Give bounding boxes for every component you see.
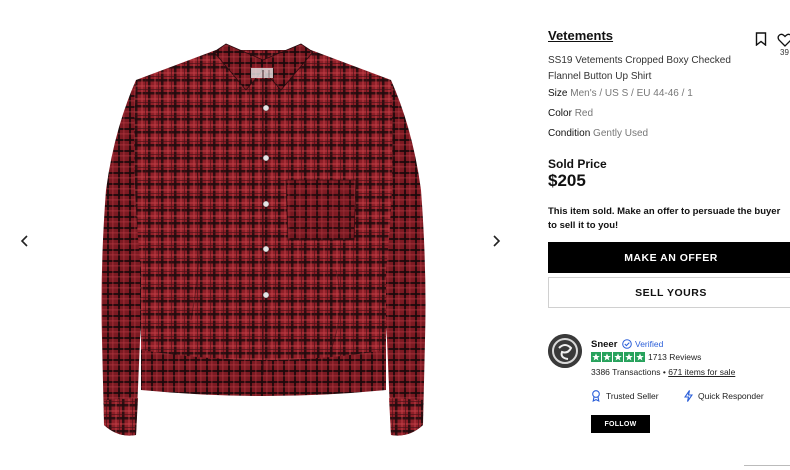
sell-yours-button[interactable]: SELL YOURS — [548, 277, 790, 308]
rating-stars — [591, 352, 645, 362]
size-value: Men's / US S / EU 44-46 / 1 — [570, 88, 693, 99]
seller-logo-icon — [548, 334, 582, 368]
star-icon — [635, 352, 645, 362]
condition-row: Condition Gently Used — [548, 128, 648, 139]
next-image-button[interactable] — [488, 232, 504, 250]
separator: • — [662, 367, 666, 377]
like-count: 39 — [780, 48, 789, 57]
chevron-left-icon — [20, 235, 28, 247]
heart-icon[interactable] — [777, 32, 790, 48]
color-value: Red — [574, 108, 594, 119]
listing-details: Vetements 39 SS19 Vetements Cropped Boxy… — [548, 0, 790, 470]
follow-button[interactable]: FOLLOW — [591, 415, 650, 433]
prev-image-button[interactable] — [16, 232, 32, 250]
verified-check-icon — [622, 339, 632, 349]
make-offer-button[interactable]: MAKE AN OFFER — [548, 242, 790, 273]
sold-note: This item sold. Make an offer to persuad… — [548, 206, 781, 231]
transactions-row: 3386 Transactions • 671 items for sale — [591, 367, 735, 377]
seller-name[interactable]: Sneer — [591, 339, 617, 350]
star-icon — [613, 352, 623, 362]
award-icon — [592, 390, 600, 402]
verified-label: Verified — [635, 339, 664, 349]
color-label: Color — [548, 108, 572, 119]
condition-label: Condition — [548, 128, 591, 139]
bottom-divider — [744, 465, 790, 469]
reviews-count[interactable]: 1713 Reviews — [648, 352, 701, 362]
plaid-shirt-image — [101, 43, 426, 436]
bookmark-icon[interactable] — [755, 32, 767, 46]
trusted-seller-badge: Trusted Seller — [591, 390, 659, 402]
items-for-sale-link[interactable]: 671 items for sale — [668, 367, 735, 377]
quick-responder-badge: Quick Responder — [684, 390, 764, 402]
quick-responder-label: Quick Responder — [698, 391, 764, 401]
product-image[interactable] — [96, 40, 431, 440]
seller-card: Sneer Verified 1713 Reviews 3386 Transac… — [548, 334, 790, 444]
condition-value: Gently Used — [593, 128, 649, 139]
size-row: Size Men's / US S / EU 44-46 / 1 — [548, 88, 693, 99]
star-icon — [624, 352, 634, 362]
transactions-count: 3386 Transactions — [591, 367, 661, 377]
color-row: Color Red — [548, 108, 593, 119]
sold-price-label: Sold Price — [548, 157, 607, 171]
image-gallery — [0, 0, 528, 470]
seller-avatar[interactable] — [548, 334, 582, 368]
star-icon — [591, 352, 601, 362]
trusted-seller-label: Trusted Seller — [606, 391, 659, 401]
verified-badge: Verified — [622, 339, 663, 349]
lightning-icon — [684, 390, 693, 402]
listing-title: SS19 Vetements Cropped Boxy Checked Flan… — [548, 55, 731, 82]
size-label: Size — [548, 88, 568, 99]
sold-price: $205 — [548, 171, 586, 190]
brand-link[interactable]: Vetements — [548, 28, 613, 43]
top-decoration — [218, 0, 338, 1]
star-icon — [602, 352, 612, 362]
chevron-right-icon — [492, 235, 500, 247]
